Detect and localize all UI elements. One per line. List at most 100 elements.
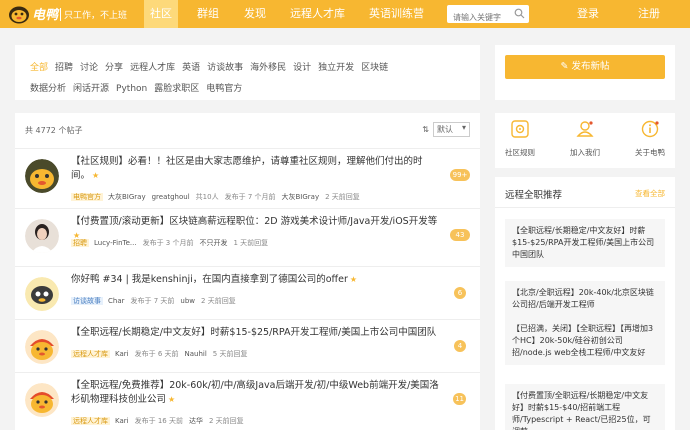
post-title[interactable]: 【社区规则】必看！！社区是由大家志愿维护，请尊重社区规则，理解他们付出的时间。 ★ [71,155,441,183]
author-name[interactable]: Char [108,297,125,305]
tag-all[interactable]: 全部 [30,61,48,76]
post-list: 共 4772 个帖子 ⇅ 默认 ▾ 【社区规则】必看！！社区是由大家志愿维护，请尊重… [15,113,480,430]
post-count: 共 4772 个帖子 [25,126,83,135]
info-icon [641,120,659,138]
quick-links: 社区规则 加入我们 关于电鸭 [495,113,675,168]
divider [495,207,675,208]
category-badge[interactable]: 远程人才库 [71,350,110,358]
tag-indie-dev[interactable]: 独立开发 [318,61,354,76]
star-icon: ★ [92,171,100,180]
tag-english[interactable]: 英语 [182,61,200,76]
reply-user[interactable]: 大灰BIGray [282,193,320,201]
author-name[interactable]: Kari [115,350,129,358]
post-time: 发布于 16 天前 [134,417,183,425]
reply-time: 1 天前回复 [233,239,269,247]
post-title[interactable]: 你好鸭 #34 | 我是kenshinji，在国内直接拿到了德国公司的offer… [71,273,441,287]
community-rules-link[interactable]: 社区规则 [495,120,545,158]
nav-talent-pool[interactable]: 远程人才库 [284,0,351,28]
about-link[interactable]: 关于电鸭 [625,120,675,158]
search-icon[interactable] [514,8,525,19]
post-time: 发布于 7 个月前 [224,193,276,201]
avatar[interactable] [25,330,59,364]
tag-blockchain[interactable]: 区块链 [361,61,388,76]
tag-jobs[interactable]: 招聘 [55,61,73,76]
list-item[interactable]: 你好鸭 #34 | 我是kenshinji，在国内直接拿到了德国公司的offer… [15,266,480,324]
reply-time: 2 天前回复 [325,193,360,201]
tag-official[interactable]: 电鸭官方 [206,82,242,97]
list-item[interactable]: 【已招满，关闭】【全职远程】【再增加3个HC】20k-50k/硅谷初创公司招/n… [505,317,665,365]
nav-english-camp[interactable]: 英语训练营 [363,0,430,28]
tag-data-analysis[interactable]: 数据分析 [30,82,66,97]
section-title: 远程全职推荐 [505,190,563,201]
tag-immigration[interactable]: 海外移民 [250,61,286,76]
tag-open-source[interactable]: 闲话开源 [73,82,109,97]
author-name[interactable]: Lucy-FinTe... [94,239,137,247]
nav-discover[interactable]: 发现 [238,0,272,28]
reply-count: 99+ [450,169,470,181]
publish-button[interactable]: ✎ 发布新帖 [505,55,665,79]
tag-interviews[interactable]: 访谈故事 [207,61,243,76]
tag-talent-pool[interactable]: 远程人才库 [130,61,175,76]
avatar[interactable] [25,219,59,253]
list-item[interactable]: 【北京/全职远程】20k-40k/北京区块链公司招/后端开发工程师 [505,281,665,317]
category-badge[interactable]: 访谈故事 [71,297,103,305]
reply-time: 2 天前回复 [208,417,244,425]
reply-user[interactable]: 不只开发 [199,239,227,247]
publish-card: ✎ 发布新帖 [495,45,675,100]
author-name[interactable]: Kari [115,417,129,425]
list-item[interactable]: 【付费置顶/滚动更新】区块链高薪远程职位：2D 游戏美术设计师/Java开发/i… [15,208,480,266]
sort-select-value: 默认 [437,125,453,134]
sort-select[interactable]: 默认 ▾ [433,122,470,137]
post-title[interactable]: 【全职远程/免费推荐】20k-60k/初/中/高级Java后端开发/初/中级We… [71,379,441,407]
search-input[interactable] [447,8,513,27]
participant-name[interactable]: greatghoul [152,193,190,201]
list-item[interactable]: 【全职远程/长期稳定/中文友好】时薪$15-$25/RPA开发工程师/美国上市公… [15,319,480,377]
reply-user[interactable]: ubw [180,297,195,305]
login-link[interactable]: 登录 [577,0,599,28]
avatar[interactable] [25,277,59,311]
author-name[interactable]: 大灰BIGray [108,193,146,201]
category-tags: 全部 招聘 讨论 分享 远程人才库 英语 访谈故事 海外移民 设计 独立开发 区块链数据分析 闲话开源… [15,45,480,100]
list-item[interactable]: 【社区规则】必看！！社区是由大家志愿维护，请尊重社区规则，理解他们付出的时间。 ★… [15,148,480,206]
category-badge[interactable]: 电鸭官方 [71,193,103,201]
top-header: 电鸭 只工作，不上班 社区 群组 发现 远程人才库 英语训练营 登录 注册 [0,0,690,28]
tag-share[interactable]: 分享 [105,61,123,76]
nav-groups[interactable]: 群组 [191,0,225,28]
star-icon: ★ [349,275,358,284]
post-time: 发布于 6 天前 [134,350,179,358]
view-all-link[interactable]: 查看全部 [635,188,665,199]
about-label: 关于电鸭 [635,148,665,157]
tag-python[interactable]: Python [116,82,147,97]
join-us-link[interactable]: 加入我们 [560,120,610,158]
post-meta: 电鸭官方 大灰BIGray greatghoul 共10人 发布于 7 个月前 大灰BIG… [71,192,366,202]
list-item[interactable]: 【付费置顶/全职远程/长期稳定/中文友好】时薪$15-$40/招前端工程师/Ty… [505,384,665,430]
reply-user[interactable]: Nauhil [185,350,207,358]
star-icon: ★ [168,395,176,404]
tag-job-seeking[interactable]: 露脸求职区 [154,82,199,97]
reply-count: 11 [453,393,466,405]
category-badge[interactable]: 招聘 [71,239,89,247]
post-meta: 招聘 Lucy-FinTe... 发布于 3 个月前 不只开发 1 天前回复 [71,238,274,248]
list-item[interactable]: 【全职远程/免费推荐】20k-60k/初/中/高级Java后端开发/初/中级We… [15,372,480,430]
reply-user[interactable]: 达华 [189,417,203,425]
sort-icon[interactable]: ⇅ [422,125,429,134]
duck-logo-icon[interactable] [8,4,30,24]
sort-control: ⇅ 默认 ▾ [422,122,470,137]
post-meta: 远程人才库 Kari 发布于 6 天前 Nauhil 5 天前回复 [71,349,253,359]
avatar[interactable] [25,159,59,193]
tag-design[interactable]: 设计 [293,61,311,76]
avatar[interactable] [25,383,59,417]
tag-discussion[interactable]: 讨论 [80,61,98,76]
search-box[interactable] [447,5,529,27]
gear-icon [511,120,529,138]
nav-community[interactable]: 社区 [144,0,178,28]
edit-icon: ✎ [560,61,569,72]
category-badge[interactable]: 远程人才库 [71,417,110,425]
post-title[interactable]: 【全职远程/长期稳定/中文友好】时薪$15-$25/RPA开发工程师/美国上市公… [71,326,441,340]
duck-icon [576,121,594,137]
reply-count: 43 [450,229,470,241]
register-link[interactable]: 注册 [638,0,660,28]
list-item[interactable]: 【全职远程/长期稳定/中文友好】时薪$15-$25/RPA开发工程师/美国上市公… [505,219,665,267]
brand-name[interactable]: 电鸭 [32,4,58,23]
reply-time: 2 天前回复 [201,297,236,305]
